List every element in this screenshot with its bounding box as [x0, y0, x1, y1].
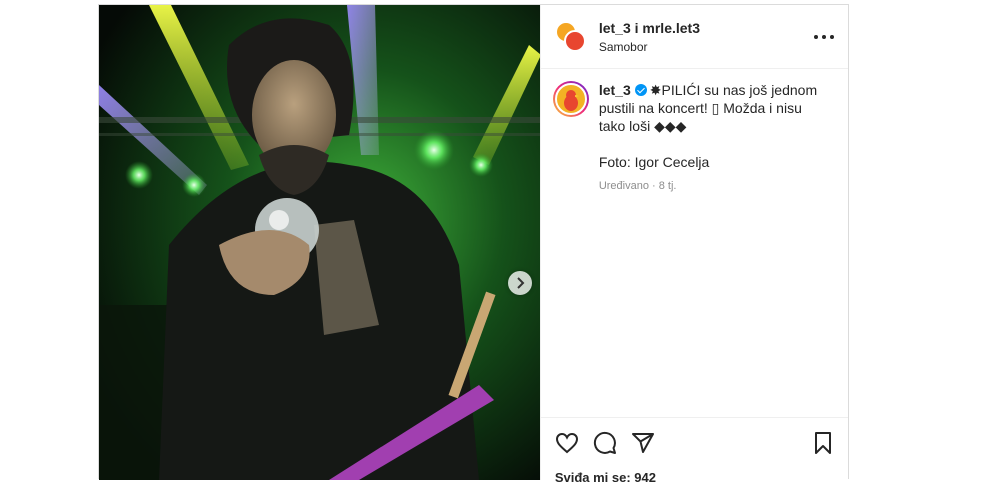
chick-avatar-icon	[563, 90, 579, 111]
post-actions: Sviđa mi se: 942	[540, 417, 848, 485]
post-edited-time: Uređivano · 8 tj.	[598, 180, 677, 192]
caption-username[interactable]: let_3	[599, 82, 631, 98]
chevron-right-icon	[517, 277, 525, 289]
share-icon[interactable]	[631, 431, 655, 455]
instagram-post: let_3 i mrle.let3 Samobor let_3 ✸PILIĆI s…	[98, 4, 849, 485]
avatar[interactable]	[552, 81, 589, 117]
photo-credit: Foto: Igor Cecelja	[598, 154, 710, 170]
collab-avatars[interactable]	[554, 20, 587, 53]
more-options-icon[interactable]	[814, 29, 834, 45]
post-sidebar: let_3 i mrle.let3 Samobor let_3 ✸PILIĆI s…	[539, 5, 848, 485]
post-caption: let_3 ✸PILIĆI su nas još jednom pustili n…	[541, 69, 848, 195]
post-photo[interactable]	[99, 5, 540, 480]
post-header: let_3 i mrle.let3 Samobor	[540, 5, 848, 69]
verified-badge-icon	[634, 84, 647, 96]
next-photo-button[interactable]	[508, 271, 532, 295]
concert-photo	[99, 5, 540, 480]
likes-count[interactable]: Sviđa mi se: 942	[555, 470, 834, 485]
post-authors[interactable]: let_3 i mrle.let3	[599, 19, 700, 37]
avatar	[563, 29, 586, 52]
comment-icon[interactable]	[593, 431, 617, 455]
caption-text: ✸PILIĆI su nas još jednom pustili na kon…	[598, 82, 818, 134]
heart-icon[interactable]	[555, 431, 579, 455]
post-location[interactable]: Samobor	[599, 39, 700, 55]
bookmark-icon[interactable]	[812, 431, 834, 455]
